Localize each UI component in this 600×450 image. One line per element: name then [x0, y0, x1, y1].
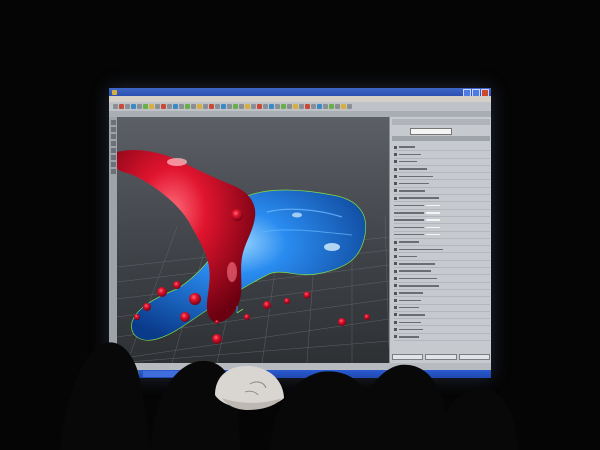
audience-head	[430, 388, 518, 450]
audience-head	[60, 342, 150, 450]
baseball-cap	[215, 365, 284, 410]
audience-silhouettes	[60, 342, 518, 450]
photo-scene	[0, 0, 600, 450]
